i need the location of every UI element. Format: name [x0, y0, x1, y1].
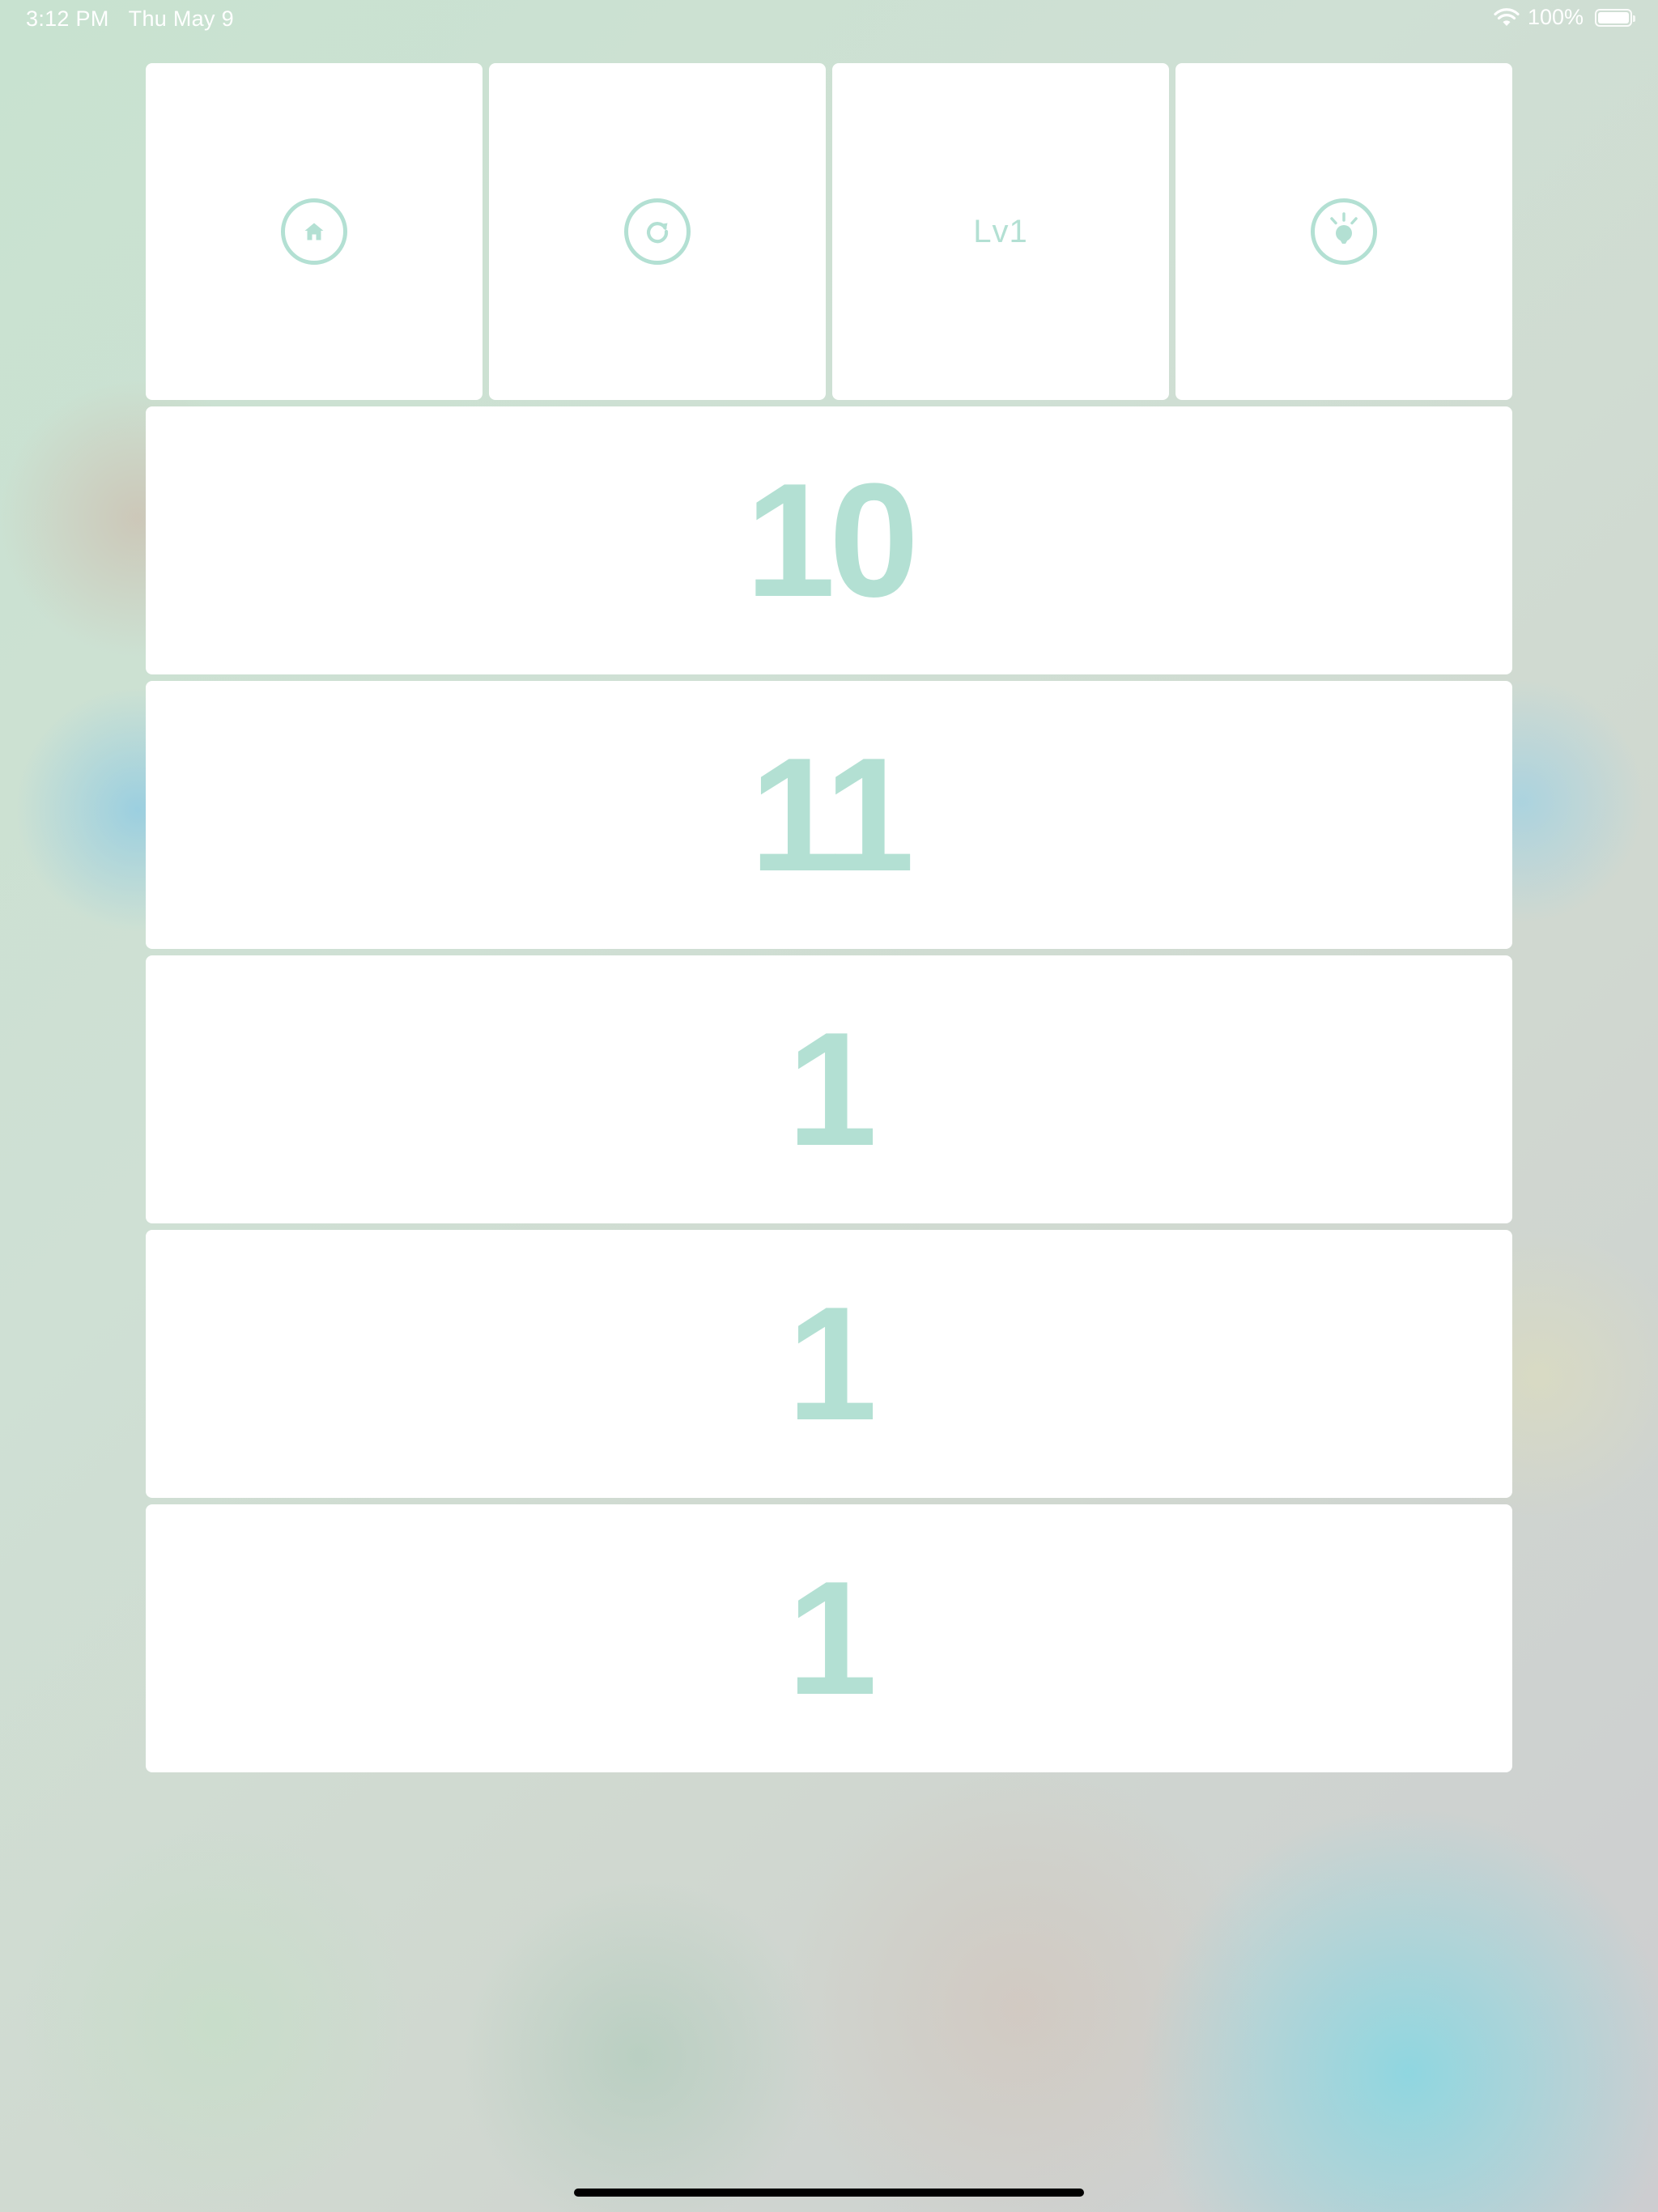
status-date: Thu May 9 [128, 6, 234, 31]
restart-button[interactable] [489, 63, 826, 400]
number-value: 1 [787, 998, 877, 1180]
number-value: 1 [787, 1273, 877, 1454]
home-icon [281, 198, 347, 265]
lightbulb-icon [1311, 198, 1377, 265]
toolbar: Lv1 [146, 63, 1512, 400]
number-value: 11 [750, 724, 914, 905]
wifi-icon [1494, 7, 1520, 28]
number-value: 1 [787, 1547, 877, 1729]
number-rows: 10 11 1 1 1 [146, 406, 1512, 1772]
battery-nub [1633, 15, 1635, 22]
battery-fill [1598, 11, 1629, 23]
restart-icon [624, 198, 691, 265]
level-button[interactable]: Lv1 [832, 63, 1169, 400]
level-label: Lv1 [973, 213, 1028, 249]
battery-icon [1595, 8, 1635, 27]
status-left: 3:12 PM Thu May 9 [26, 6, 234, 32]
game-board: Lv1 10 11 1 1 1 [146, 63, 1512, 1772]
hint-button[interactable] [1175, 63, 1512, 400]
number-row-4[interactable]: 1 [146, 1230, 1512, 1498]
status-time: 3:12 PM [26, 6, 109, 31]
home-button[interactable] [146, 63, 483, 400]
status-right: 100% [1494, 5, 1635, 30]
status-bar: 3:12 PM Thu May 9 100% [0, 0, 1658, 37]
battery-percent: 100% [1527, 5, 1584, 29]
number-row-3[interactable]: 1 [146, 955, 1512, 1223]
number-row-2[interactable]: 11 [146, 681, 1512, 949]
number-value: 10 [745, 449, 919, 631]
home-indicator[interactable] [574, 2189, 1084, 2197]
number-row-1[interactable]: 10 [146, 406, 1512, 674]
number-row-5[interactable]: 1 [146, 1504, 1512, 1772]
